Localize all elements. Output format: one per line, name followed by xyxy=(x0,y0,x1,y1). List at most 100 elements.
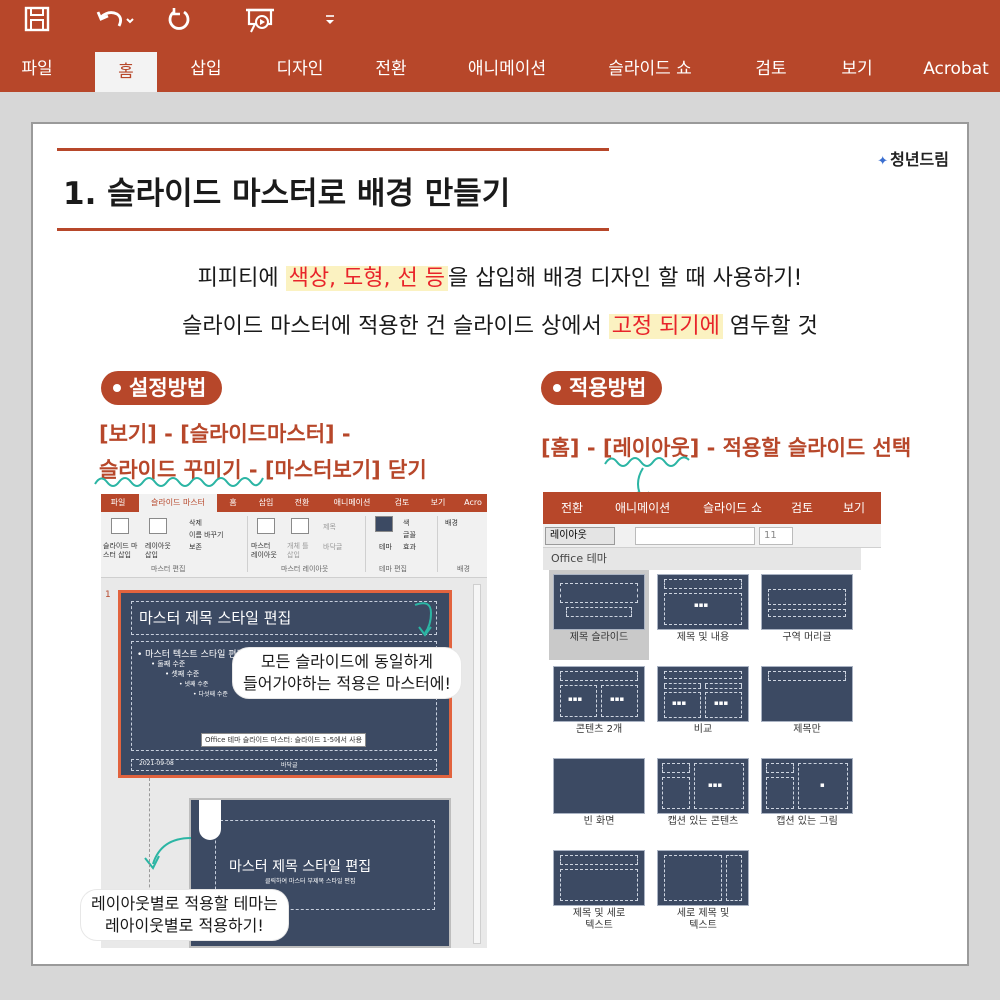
layout-caption: 제목만 xyxy=(793,724,821,735)
layout-title-slide[interactable]: 제목 슬라이드 xyxy=(549,570,649,660)
intro-line-1-pre: 피피티에 xyxy=(197,266,286,291)
group-edit-master: 마스터 편집 xyxy=(151,565,186,573)
font-size-box[interactable]: 11 xyxy=(759,527,793,545)
layout-caption: 구역 머리글 xyxy=(782,632,832,643)
layout-preview xyxy=(553,850,645,906)
brand-logo: ✦ 청년드림 xyxy=(877,146,949,170)
present-from-start-icon[interactable] xyxy=(240,6,280,40)
setup-method-pill: 설정방법 xyxy=(101,371,223,405)
effects-button[interactable]: 효과 xyxy=(403,542,416,552)
tab-acrobat[interactable]: Acrobat xyxy=(912,46,1000,92)
fonts-button[interactable]: 글꼴 xyxy=(403,530,416,540)
layout-title-only[interactable]: 제목만 xyxy=(757,662,857,752)
layout-title-and-content[interactable]: ▪▪▪ 제목 및 내용 xyxy=(653,570,753,660)
font-name-box[interactable] xyxy=(635,527,755,545)
page-title: 1. 슬라이드 마스터로 배경 만들기 xyxy=(63,176,511,212)
intro-line-2-post: 염두할 것 xyxy=(722,314,818,339)
home-tab-review[interactable]: 검토 xyxy=(791,492,813,524)
preserve-button[interactable]: 보존 xyxy=(189,542,202,552)
layout-blank[interactable]: 빈 화면 xyxy=(549,754,649,844)
layout-preview: ▪▪▪ xyxy=(657,758,749,814)
layout-caption: 세로 제목 및 텍스트 xyxy=(676,908,730,931)
master-text-level3: • 셋째 수준 xyxy=(165,670,200,678)
tip-bubble-layout-line1: 레이아웃별로 적용할 테마는 xyxy=(91,894,278,913)
sparkle-icon: ✦ xyxy=(877,154,889,169)
layout-caption: 비교 xyxy=(693,724,713,735)
insert-slide-master-label: 슬라이드 마 스터 삽입 xyxy=(103,542,138,559)
master-tab-home[interactable]: 홈 xyxy=(223,494,243,512)
brand-name: 청년드림 xyxy=(890,150,949,169)
undo-icon[interactable] xyxy=(90,6,140,40)
master-tab-review[interactable]: 검토 xyxy=(389,494,415,512)
tip-bubble-layout-line2: 레아이웃별로 적용하기! xyxy=(105,916,264,935)
intro-line-2-highlight: 고정 되기에 xyxy=(608,314,723,339)
footer-text: 바닥글 xyxy=(281,762,298,769)
group-edit-theme: 테마 편집 xyxy=(379,565,407,573)
tab-animations[interactable]: 애니메이션 xyxy=(448,46,566,92)
layout-gallery-screenshot: 전환 애니메이션 슬라이드 쇼 검토 보기 레이아웃 11 Office 테마 … xyxy=(543,492,881,948)
insert-placeholder-icon[interactable] xyxy=(291,518,309,534)
home-tab-transitions[interactable]: 전환 xyxy=(561,492,583,524)
tab-transitions[interactable]: 전환 xyxy=(360,46,422,92)
layout-title-and-vertical-text[interactable]: 제목 및 세로 텍스트 xyxy=(549,846,649,936)
layout-picture-with-caption[interactable]: ▪ 캡션 있는 그림 xyxy=(757,754,857,844)
ribbon-separator xyxy=(247,516,248,572)
layout-vertical-title-and-text[interactable]: 세로 제목 및 텍스트 xyxy=(653,846,753,936)
curl-arrow-icon xyxy=(144,837,192,870)
ribbon-separator xyxy=(437,516,438,572)
setup-method-label: 설정방법 xyxy=(129,376,207,400)
tip-bubble-master-line1: 모든 슬라이드에 동일하게 xyxy=(260,652,434,671)
layout-caption: 콘텐츠 2개 xyxy=(575,724,623,735)
master-tab-insert[interactable]: 삽입 xyxy=(253,494,279,512)
layout-comparison[interactable]: ▪▪▪ ▪▪▪ 비교 xyxy=(653,662,753,752)
home-tab-view[interactable]: 보기 xyxy=(843,492,865,524)
tab-insert[interactable]: 삽입 xyxy=(175,46,237,92)
home-tab-animations[interactable]: 애니메이션 xyxy=(615,492,670,524)
thumbnail-scrollbar[interactable] xyxy=(473,584,481,944)
master-text-level4: • 넷째 수준 xyxy=(179,681,209,688)
master-tab-acrobat[interactable]: Acro xyxy=(459,494,487,512)
layout-two-content[interactable]: ▪▪▪ ▪▪▪ 콘텐츠 2개 xyxy=(549,662,649,752)
bookmark-shape xyxy=(199,800,221,840)
master-tab-file[interactable]: 파일 xyxy=(105,494,131,512)
home-tab-slide-show[interactable]: 슬라이드 쇼 xyxy=(703,492,762,524)
master-tab-animations[interactable]: 애니메이션 xyxy=(327,494,377,512)
slide-master-screenshot: 파일 슬라이드 마스터 홈 삽입 전환 애니메이션 검토 보기 Acro 슬라이… xyxy=(101,494,487,948)
tab-design[interactable]: 디자인 xyxy=(260,46,340,92)
insert-layout-icon[interactable] xyxy=(149,518,167,534)
intro-line-1-highlight: 색상, 도형, 선 등 xyxy=(285,266,448,291)
tab-review[interactable]: 검토 xyxy=(740,46,802,92)
tab-home[interactable]: 홈 xyxy=(95,52,157,92)
rename-button[interactable]: 이름 바꾸기 xyxy=(189,530,223,540)
background-button[interactable]: 배경 xyxy=(445,518,458,528)
layout-content-with-caption[interactable]: ▪▪▪ 캡션 있는 콘텐츠 xyxy=(653,754,753,844)
layout-dropdown-button[interactable]: 레이아웃 xyxy=(545,527,615,545)
insert-placeholder-label: 개체 틀 삽입 xyxy=(287,542,309,559)
theme-icon[interactable] xyxy=(375,516,393,532)
layout-preview xyxy=(761,666,853,722)
footer-checkbox[interactable]: 바닥글 xyxy=(323,542,342,552)
layout-section-header[interactable]: 구역 머리글 xyxy=(757,570,857,660)
layout-preview: ▪▪▪ ▪▪▪ xyxy=(553,666,645,722)
save-icon[interactable] xyxy=(20,6,54,40)
master-tab-view[interactable]: 보기 xyxy=(425,494,451,512)
layout-preview xyxy=(657,850,749,906)
tab-slide-show[interactable]: 슬라이드 쇼 xyxy=(590,46,710,92)
insert-slide-master-icon[interactable] xyxy=(111,518,129,534)
group-master-layout: 마스터 레이아웃 xyxy=(281,565,329,573)
delete-button[interactable]: 삭제 xyxy=(189,518,202,528)
apply-method-pill: 적용방법 xyxy=(541,371,663,405)
customize-qat-icon[interactable] xyxy=(318,6,342,40)
colors-button[interactable]: 색 xyxy=(403,518,409,528)
tab-file[interactable]: 파일 xyxy=(6,46,68,92)
title-checkbox[interactable]: 제목 xyxy=(323,522,336,532)
tip-bubble-master: 모든 슬라이드에 동일하게 들어가야하는 적용은 마스터에! xyxy=(233,648,461,698)
tab-view[interactable]: 보기 xyxy=(826,46,888,92)
ribbon-separator xyxy=(365,516,366,572)
master-layout-icon[interactable] xyxy=(257,518,275,534)
master-tab-slide-master[interactable]: 슬라이드 마스터 xyxy=(139,494,217,512)
redo-icon[interactable] xyxy=(162,6,196,40)
title-rule-bottom xyxy=(57,228,609,231)
layout-caption: 캡션 있는 콘텐츠 xyxy=(667,816,739,827)
master-tab-transitions[interactable]: 전환 xyxy=(289,494,315,512)
